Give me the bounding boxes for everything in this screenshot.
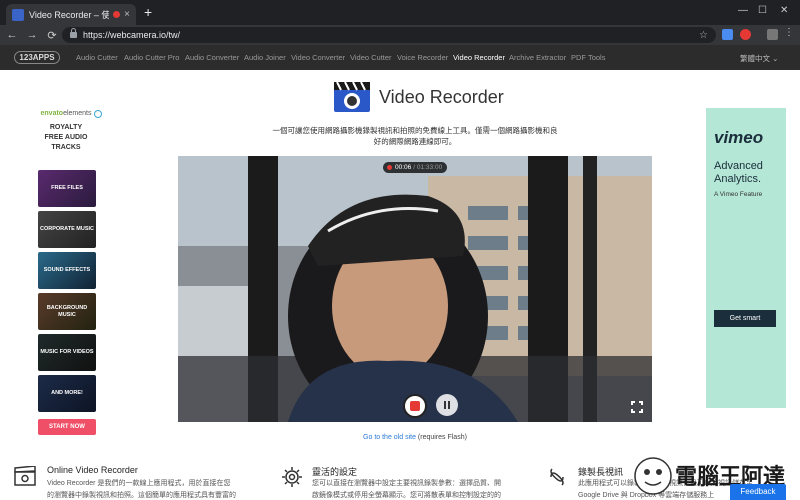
site-logo[interactable]: 123APPS — [14, 51, 60, 64]
recording-timer: 00:06 / 01:33:00 — [383, 162, 447, 173]
nav-audio-converter[interactable]: Audio Converter — [185, 53, 239, 62]
nav-video-recorder[interactable]: Video Recorder — [453, 53, 505, 62]
site-favicon-icon — [12, 8, 24, 21]
ad-tile-and-more[interactable]: AND MORE! — [38, 375, 96, 412]
ad-tile-background-music[interactable]: BACKGROUND MUSIC — [38, 293, 96, 330]
stop-recording-button[interactable] — [403, 394, 427, 418]
webcam-preview[interactable] — [178, 156, 652, 422]
vimeo-logo: vimeo — [714, 128, 764, 147]
language-selector[interactable]: 繁體中文 ⌄ — [740, 53, 778, 64]
feature-title: 靈活的設定 — [312, 467, 358, 477]
recording-dot-icon — [387, 165, 392, 170]
lock-icon — [70, 28, 77, 38]
minimize-button[interactable]: — — [738, 5, 748, 16]
address-bar[interactable]: https://webcamera.io/tw/ ☆ — [62, 27, 716, 43]
forward-button[interactable]: → — [24, 29, 40, 41]
left-ad[interactable]: envatoelements ROYALTY FREE AUDIO TRACKS — [30, 110, 102, 153]
nav-pdf-tools[interactable]: PDF Tools — [571, 53, 605, 62]
close-window-button[interactable]: ✕ — [780, 5, 788, 16]
ad-headline: Advanced Analytics. — [714, 160, 763, 185]
clapperboard-icon — [14, 466, 36, 486]
feature-title: 錄製長視訊 — [578, 467, 624, 477]
adchoices-icon[interactable] — [94, 110, 102, 118]
browser-tab-bar: Video Recorder – 使用網路 × + — ☐ ✕ — [0, 0, 800, 25]
page-content: envatoelements ROYALTY FREE AUDIO TRACKS… — [0, 70, 800, 500]
recording-indicator-icon — [113, 11, 121, 18]
site-nav: 123APPS Audio Cutter Audio Cutter Pro Au… — [0, 45, 800, 70]
ad-headline: ROYALTY FREE AUDIO TRACKS — [44, 124, 88, 151]
ad-subline: A Vimeo Feature — [714, 191, 763, 198]
video-camera-icon — [334, 82, 370, 112]
extension-icon[interactable] — [722, 29, 733, 40]
nav-audio-joiner[interactable]: Audio Joiner — [244, 53, 286, 62]
new-tab-button[interactable]: + — [144, 5, 152, 19]
old-site-link[interactable]: Go to the old site — [363, 434, 416, 441]
reload-button[interactable]: ⟳ — [44, 29, 60, 42]
menu-dots-icon[interactable]: ⋮ — [784, 27, 795, 38]
time-limit: / 01:33:00 — [413, 164, 443, 171]
page-description: 一個可讓您使用網路攝影機錄製視訊和拍照的免費線上工具。僅需一個網路攝影機和良好的… — [272, 126, 558, 146]
page-title: Video Recorder — [379, 87, 504, 107]
browser-toolbar: ← → ⟳ https://webcamera.io/tw/ ☆ — [0, 25, 800, 45]
bookmark-star-icon[interactable]: ☆ — [699, 30, 708, 41]
maximize-button[interactable]: ☐ — [758, 5, 767, 16]
ad-tile-music-for-videos[interactable]: MUSIC FOR VIDEOS — [38, 334, 96, 371]
tab-close-icon[interactable]: × — [124, 9, 130, 20]
nav-video-cutter[interactable]: Video Cutter — [350, 53, 392, 62]
fullscreen-icon[interactable] — [631, 401, 643, 413]
cast-icon[interactable] — [767, 29, 778, 40]
nav-voice-recorder[interactable]: Voice Recorder — [397, 53, 448, 62]
nav-audio-cutter[interactable]: Audio Cutter — [76, 53, 118, 62]
feedback-button[interactable]: Feedback — [730, 484, 786, 500]
tab-title: Video Recorder – 使用網路 — [29, 10, 110, 20]
ad-tile-free-files[interactable]: FREE FILES — [38, 170, 96, 207]
old-site-line: Go to the old site (requires Flash) — [363, 434, 467, 441]
elapsed-time: 00:06 — [395, 164, 412, 171]
nav-video-converter[interactable]: Video Converter — [291, 53, 345, 62]
feature-desc: 您可以直接在瀏覽器中設定主要視訊錄製參數：選擇品質、開啟鏡像模式或停用全螢幕顯示… — [312, 480, 501, 499]
back-button[interactable]: ← — [4, 29, 20, 41]
feature-title: Online Video Recorder — [47, 465, 138, 475]
right-ad[interactable]: vimeo Advanced Analytics. A Vimeo Featur… — [706, 108, 786, 408]
ad-tile-sound-effects[interactable]: SOUND EFFECTS — [38, 252, 96, 289]
record-extension-icon[interactable] — [740, 29, 751, 40]
pause-button[interactable] — [436, 394, 458, 416]
feature-desc: Video Recorder 是我們的一款線上應用程式，用於直接在您的瀏覽器中錄… — [47, 480, 236, 499]
ad-tile-corporate-music[interactable]: CORPORATE MUSIC — [38, 211, 96, 248]
url-text[interactable]: https://webcamera.io/tw/ — [83, 30, 699, 40]
nav-archive-extractor[interactable]: Archive Extractor — [509, 53, 566, 62]
infinity-icon — [550, 468, 564, 486]
nav-audio-cutter-pro[interactable]: Audio Cutter Pro — [124, 53, 179, 62]
browser-tab[interactable]: Video Recorder – 使用網路 × — [6, 4, 136, 25]
start-now-button[interactable]: START NOW — [38, 419, 96, 435]
get-smart-button[interactable]: Get smart — [714, 310, 776, 327]
envato-logo: envatoelements — [40, 110, 92, 117]
gear-icon — [282, 467, 302, 487]
